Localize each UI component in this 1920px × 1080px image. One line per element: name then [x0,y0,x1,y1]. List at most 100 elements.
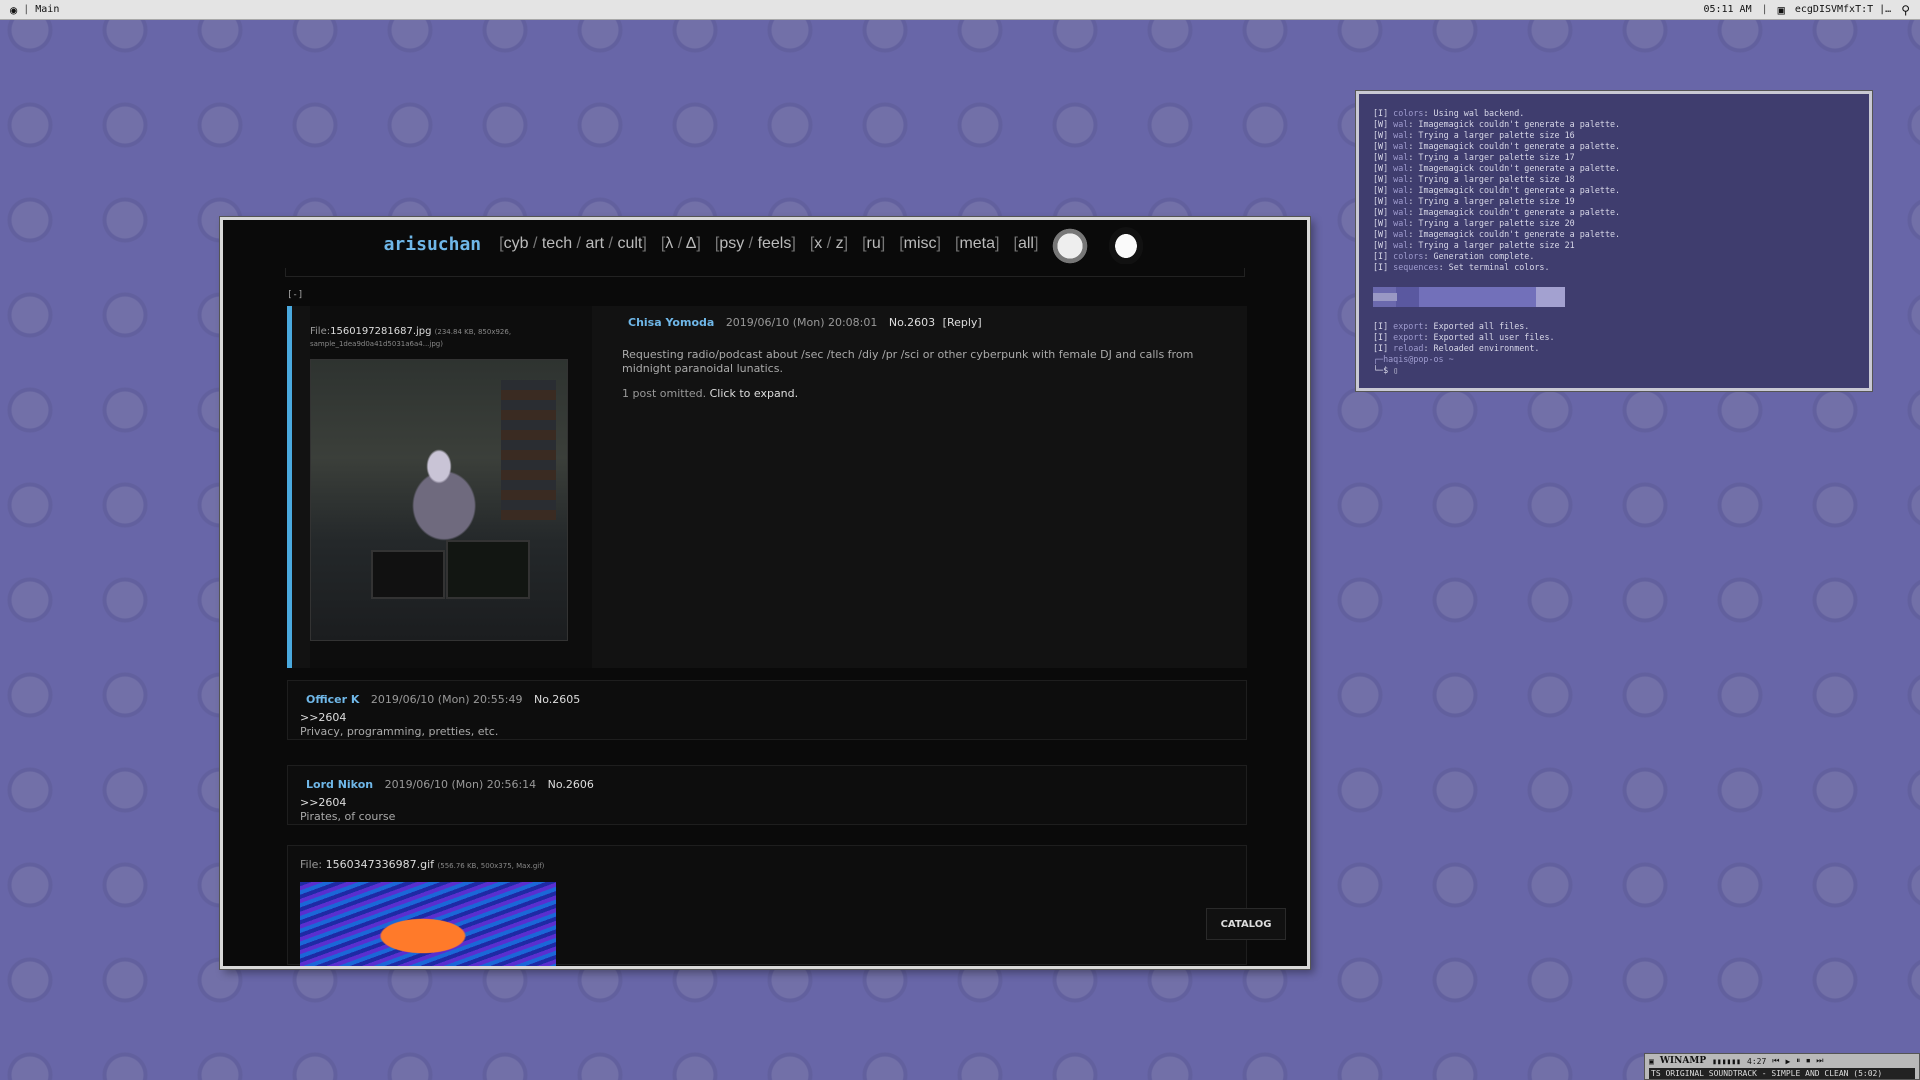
log-source: wal [1393,141,1409,151]
reply-post: Officer K 2019/06/10 (Mon) 20:55:49 No.2… [287,680,1247,740]
log-level: [I] [1373,251,1394,261]
nav-psy[interactable]: psy [719,235,744,252]
log-level: [W] [1373,207,1394,217]
terminal-window[interactable]: [I] colors: Using wal backend. [W] wal: I… [1356,91,1872,391]
gif-thumbnail[interactable] [300,882,556,966]
log-level: [I] [1373,343,1394,353]
nav-all[interactable]: all [1018,235,1034,252]
nav-group-7: [meta] [955,235,1000,252]
apple-menu-icon[interactable]: ◉ [10,4,17,16]
terminal-line: [W] wal: Trying a larger palette size 20 [1373,218,1620,229]
winamp-play-icon[interactable]: ▶ [1785,1057,1790,1066]
nav-misc[interactable]: misc [904,235,937,252]
op-file-meta: (234.84 KB, 850x926, [434,328,512,336]
terminal-line: [I] reload: Reloaded environment. [1373,343,1555,354]
winamp-menu-icon[interactable]: ▣ [1649,1057,1654,1066]
op-file-link[interactable]: 1560197281687.jpg [330,326,431,337]
nav-cyb[interactable]: cyb [504,235,529,252]
workspace-label[interactable]: Main [35,4,59,15]
log-source: wal [1393,218,1409,228]
post-number[interactable]: No.2603 [889,316,935,329]
nav-art[interactable]: art [585,235,604,252]
log-level: [W] [1373,174,1394,184]
log-message: : Imagemagick couldn't generate a palett… [1408,207,1621,217]
nav-x[interactable]: x [814,235,822,252]
op-file-column: File:1560197281687.jpg (234.84 KB, 850x9… [310,306,592,668]
color-palette-bar [1373,287,1565,307]
log-message: : Trying a larger palette size 16 [1408,130,1575,140]
file-link[interactable]: 1560347336987.gif [326,858,434,871]
active-window-title[interactable]: ecgDISVMfxT:T |… [1795,4,1891,15]
winamp-stop-icon[interactable]: ⏹ [1806,1056,1810,1066]
file-label: File: [310,326,331,337]
log-level: [W] [1373,196,1394,206]
winamp-track-title: TS ORIGINAL SOUNDTRACK - SIMPLE AND CLEA… [1649,1068,1915,1079]
mascot-image-2 [1106,224,1147,264]
nav-delta[interactable]: Δ [686,235,697,252]
mascot-image-1 [1052,224,1093,264]
nav-cult[interactable]: cult [617,235,642,252]
site-title[interactable]: arisuchan [384,234,482,255]
terminal-line: [W] wal: Imagemagick couldn't generate a… [1373,119,1620,130]
log-source: wal [1393,196,1409,206]
log-source: colors [1393,108,1424,118]
prompt-input[interactable]: └─$ ▯ [1373,365,1555,376]
log-source: colors [1393,251,1424,261]
nav-tech[interactable]: tech [542,235,572,252]
nav-meta[interactable]: meta [959,235,995,252]
quote-link[interactable]: >>2604 [300,711,346,724]
winamp-title: WINAMP [1659,1056,1707,1066]
log-level: [I] [1373,262,1394,272]
terminal-line: [W] wal: Imagemagick couldn't generate a… [1373,141,1620,152]
nav-z[interactable]: z [836,235,844,252]
log-message: : Trying a larger palette size 17 [1408,152,1575,162]
nav-group-4: [x / z] [809,235,849,252]
reply-header: Lord Nikon 2019/06/10 (Mon) 20:56:14 No.… [306,778,594,791]
log-message: : Trying a larger palette size 21 [1408,240,1575,250]
reply-post: Lord Nikon 2019/06/10 (Mon) 20:56:14 No.… [287,765,1247,825]
nav-group-8: [all] [1013,235,1039,252]
op-thumbnail[interactable] [310,359,568,641]
winamp-pause-icon[interactable]: ⏸ [1796,1056,1800,1066]
reply-text: Pirates, of course [300,810,396,823]
winamp-prev-icon[interactable]: ⏮ [1772,1056,1779,1066]
terminal-output-2: [I] export: Exported all files. [I] expor… [1373,321,1555,376]
nav-lambda[interactable]: λ [665,235,673,252]
expand-link[interactable]: Click to expand. [710,387,799,400]
log-source: wal [1393,119,1409,129]
log-source: reload [1393,343,1424,353]
catalog-button[interactable]: CATALOG [1206,908,1286,940]
poster-name: Chisa Yomoda [628,316,715,329]
terminal-line: [W] wal: Imagemagick couldn't generate a… [1373,207,1620,218]
nav-feels[interactable]: feels [758,235,792,252]
post-number[interactable]: No.2606 [548,778,594,791]
winamp-visualizer: ▮▮▮▮▮▮ [1712,1056,1741,1066]
quote-link[interactable]: >>2604 [300,796,346,809]
reply-link[interactable]: [Reply] [943,316,982,329]
log-message: : Exported all user files. [1423,332,1555,342]
terminal-line: [W] wal: Imagemagick couldn't generate a… [1373,163,1620,174]
winamp-next-icon[interactable]: ⏭ [1816,1056,1823,1066]
log-message: : Generation complete. [1423,251,1535,261]
terminal-line: [W] wal: Trying a larger palette size 21 [1373,240,1620,251]
log-message: : Imagemagick couldn't generate a palett… [1408,163,1621,173]
log-message: : Imagemagick couldn't generate a palett… [1408,229,1621,239]
log-level: [W] [1373,240,1394,250]
poster-name: Officer K [306,693,360,706]
search-icon[interactable]: ⚲ [1901,4,1910,16]
file-info: File: 1560347336987.gif (556.76 KB, 500x… [300,858,544,871]
op-file-info: File:1560197281687.jpg (234.84 KB, 850x9… [310,326,580,350]
reply-header: Officer K 2019/06/10 (Mon) 20:55:49 No.2… [306,693,580,706]
browser-window: arisuchan [cyb / tech / art / cult] [λ /… [220,217,1310,969]
log-message: : Imagemagick couldn't generate a palett… [1408,141,1621,151]
log-level: [W] [1373,185,1394,195]
post-date: 2019/06/10 (Mon) 20:08:01 [725,316,878,329]
collapse-thread-button[interactable]: [-] [287,290,303,300]
post-number[interactable]: No.2605 [534,693,580,706]
winamp-player[interactable]: ▣ WINAMP ▮▮▮▮▮▮ 4:27 ⏮ ▶ ⏸ ⏹ ⏭ TS ORIGIN… [1644,1053,1920,1080]
nav-ru[interactable]: ru [867,235,881,252]
poster-name: Lord Nikon [306,778,374,791]
terminal-line: [I] colors: Generation complete. [1373,251,1620,262]
file-meta: (556.76 KB, 500x375, Max.gif) [437,862,545,870]
op-text: Requesting radio/podcast about /sec /tec… [622,348,1194,375]
